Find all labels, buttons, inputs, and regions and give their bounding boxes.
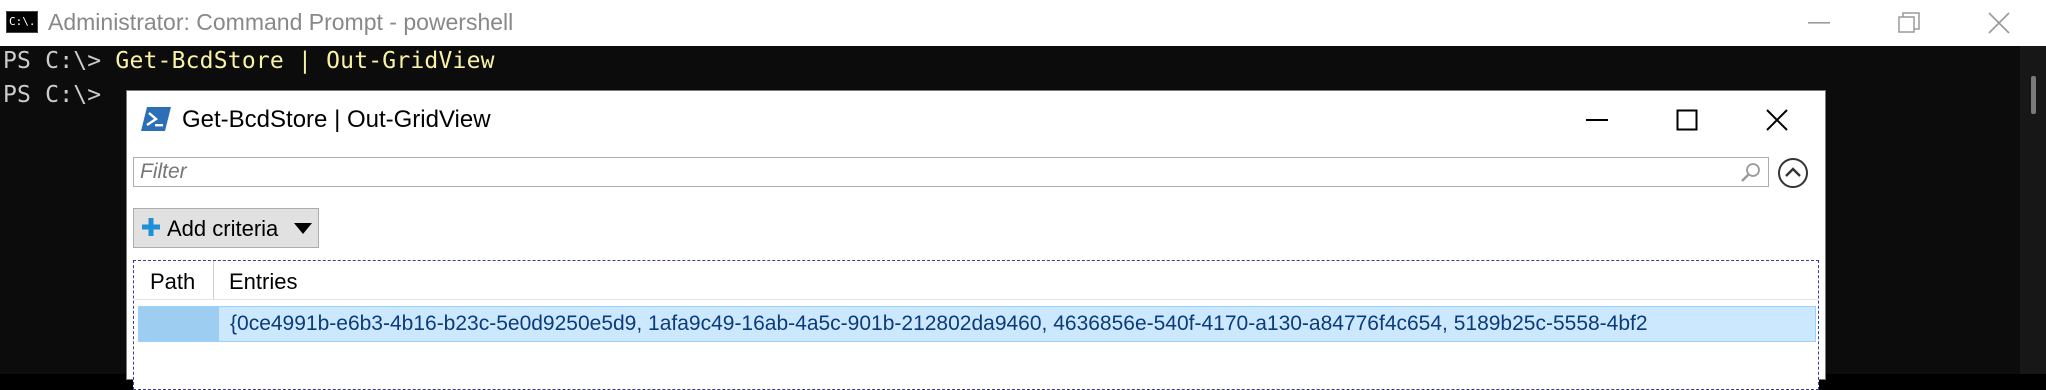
grid-header: Path Entries (134, 261, 1818, 300)
cell-path (139, 307, 219, 341)
cell-entries: {0ce4991b-e6b3-4b16-b23c-5e0d9250e5d9, 1… (230, 312, 1648, 335)
console-line: PS C:\> Get-BcdStore | Out-GridView (3, 48, 495, 74)
console-scrollbar[interactable] (2020, 46, 2046, 374)
column-header-label: Path (150, 269, 196, 294)
out-gridview-titlebar[interactable]: Get-BcdStore | Out-GridView (127, 91, 1825, 149)
command-prompt-icon: C:\. (6, 11, 38, 33)
console-prompt: PS C:\> (3, 48, 116, 74)
column-header-label: Entries (229, 269, 298, 294)
add-criteria-label: Add criteria (167, 216, 279, 241)
close-icon (1988, 12, 2010, 34)
console-window-title: Administrator: Command Prompt - powershe… (48, 9, 514, 35)
console-prompt: PS C:\> (3, 82, 116, 108)
powershell-icon (141, 107, 171, 131)
filter-box (133, 157, 1769, 187)
minimize-icon (1808, 22, 1830, 24)
console-titlebar[interactable]: C:\. Administrator: Command Prompt - pow… (0, 0, 2046, 46)
console-restore-button[interactable] (1864, 0, 1954, 46)
console-minimize-button[interactable] (1774, 0, 1864, 46)
column-header-path[interactable]: Path (134, 261, 214, 299)
table-row[interactable]: {0ce4991b-e6b3-4b16-b23c-5e0d9250e5d9, 1… (138, 306, 1816, 342)
gridview-close-button[interactable] (1737, 97, 1817, 143)
out-gridview-title: Get-BcdStore | Out-GridView (182, 106, 491, 133)
console-close-button[interactable] (1954, 0, 2044, 46)
add-criteria-button[interactable]: Add criteria (133, 208, 319, 248)
gridview-maximize-button[interactable] (1647, 97, 1727, 143)
restore-icon (1898, 12, 1920, 33)
collapse-criteria-button[interactable] (1777, 157, 1809, 189)
console-line: PS C:\> (3, 82, 115, 108)
column-header-entries[interactable]: Entries (214, 261, 1814, 299)
maximize-icon (1676, 109, 1698, 131)
close-icon (1766, 109, 1788, 131)
search-icon[interactable] (1740, 161, 1762, 183)
chevron-down-icon (294, 223, 312, 234)
console-command: Get-BcdStore | Out-GridView (115, 48, 495, 74)
out-gridview-window: Get-BcdStore | Out-GridView Filter Add c… (126, 90, 1826, 390)
filter-input[interactable] (134, 158, 1730, 186)
plus-icon (142, 218, 160, 236)
minimize-icon (1586, 119, 1608, 121)
results-grid: Path Entries {0ce4991b-e6b3-4b16-b23c-5e… (133, 260, 1819, 390)
scrollbar-thumb[interactable] (2031, 76, 2036, 114)
gridview-minimize-button[interactable] (1557, 97, 1637, 143)
